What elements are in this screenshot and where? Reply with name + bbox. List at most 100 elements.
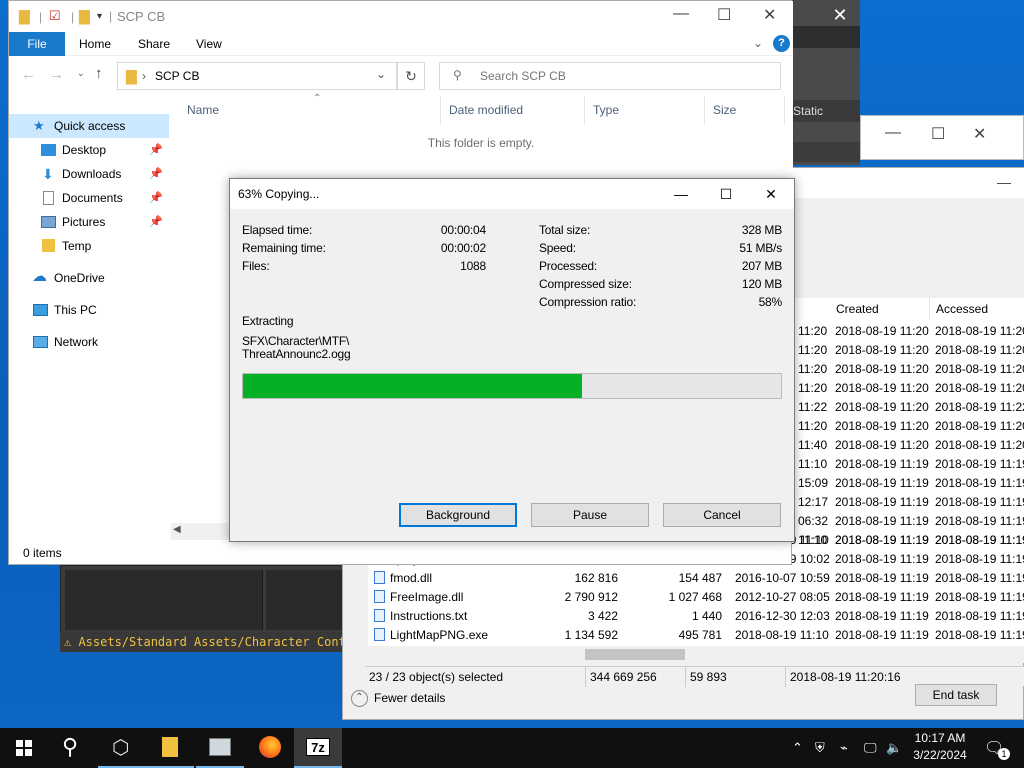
column-header-accessed[interactable]: Accessed (930, 298, 1024, 320)
end-task-button[interactable]: End task (915, 684, 997, 706)
column-header-date-modified[interactable]: Date modified (441, 96, 585, 124)
created-cell: 2018-08-19 11:19 (835, 476, 929, 490)
network-status-icon[interactable]: 🖵 (864, 740, 877, 756)
fewer-details-button[interactable]: ⌃ Fewer details (351, 688, 551, 708)
taskbar-7zip[interactable]: 7z (294, 728, 342, 768)
minimize-icon[interactable]: — (885, 124, 901, 142)
refresh-icon[interactable]: ↻ (397, 62, 425, 90)
up-arrow-icon[interactable]: ↑ (95, 65, 103, 82)
maximize-icon[interactable]: ☐ (703, 179, 749, 209)
minimize-icon[interactable]: — (997, 174, 1011, 190)
security-shield-icon[interactable]: ⛨ (815, 740, 825, 756)
sidebar-item-onedrive[interactable]: ☁ OneDrive (9, 266, 169, 290)
fewer-details-label: Fewer details (374, 691, 446, 705)
folder-icon (42, 239, 55, 252)
taskbar-clock[interactable]: 10:17 AM 3/22/2024 (900, 730, 980, 764)
unity-static-dropdown[interactable]: Static (790, 100, 860, 122)
file-name-cell: FreeImage.dll (374, 588, 463, 607)
tab-file[interactable]: File (9, 32, 65, 56)
created-cell: 2018-08-19 11:20 (835, 324, 929, 338)
pin-icon[interactable]: 📌 (149, 210, 163, 234)
pause-button[interactable]: Pause (531, 503, 649, 527)
sidebar-item-documents[interactable]: Documents 📌 (9, 186, 169, 210)
accessed-cell: 2018-08-19 11:19 (935, 571, 1024, 585)
maximize-icon[interactable]: ☐ (717, 5, 731, 25)
sidebar-item-pictures[interactable]: Pictures 📌 (9, 210, 169, 234)
tab-home[interactable]: Home (79, 32, 111, 56)
unity-icon: ⬡ (112, 737, 130, 759)
accessed-cell: 2018-08-19 11:20 (935, 381, 1024, 395)
scroll-left-icon[interactable]: ◀ (173, 524, 181, 535)
column-header-created[interactable]: Created (830, 298, 930, 320)
sidebar-item-quick-access[interactable]: ★ Quick access (9, 114, 169, 138)
tab-share[interactable]: Share (138, 32, 170, 56)
taskbar-firefox[interactable] (246, 728, 294, 768)
properties-icon[interactable]: ☑ (49, 8, 61, 24)
column-header-type[interactable]: Type (585, 96, 705, 124)
start-button[interactable] (0, 728, 48, 768)
recent-locations-icon[interactable]: ⌄ (77, 68, 85, 79)
sidebar-item-label: OneDrive (54, 271, 105, 285)
close-icon[interactable]: ✕ (973, 124, 986, 144)
accessed-cell: 2018-08-19 11:19 (935, 514, 1024, 528)
maximize-icon[interactable]: ☐ (931, 124, 945, 144)
taskbar-file-explorer[interactable] (146, 728, 194, 768)
packed-size-cell: 1 440 (691, 609, 722, 623)
created-cell: 2018-08-19 11:20 (835, 381, 929, 395)
packed-size-cell: 154 487 (678, 571, 722, 585)
table-row[interactable]: LightMapPNG.exe 1 134 592 495 781 2018-08-1… (368, 626, 1024, 645)
pin-icon[interactable]: 📌 (149, 186, 163, 210)
taskbar-task-manager[interactable] (196, 728, 244, 768)
unity-console-warning[interactable]: ⚠ Assets/Standard Assets/Character Contr… (60, 632, 370, 652)
quick-access-dropdown-icon[interactable]: ▾ (97, 11, 102, 22)
created-cell: 2018-08-19 11:20 (835, 362, 929, 376)
new-folder-icon[interactable]: ▇ (79, 8, 90, 25)
column-header-size[interactable]: Size (705, 96, 785, 124)
cancel-button[interactable]: Cancel (663, 503, 781, 527)
size-cell: 2 790 912 (564, 590, 618, 604)
star-icon: ★ (33, 118, 45, 133)
show-hidden-icons-icon[interactable]: ⌃ (792, 740, 803, 756)
background-button[interactable]: Background (399, 503, 517, 527)
address-bar[interactable]: ▇ › SCP CB ⌄ (117, 62, 397, 90)
table-row[interactable]: FreeImage.dll 2 790 912 1 027 468 2012-10-2… (368, 588, 1024, 607)
ribbon-expand-icon[interactable]: ⌄ (753, 36, 763, 50)
windows-logo-icon (16, 749, 23, 756)
scrollbar-thumb[interactable] (585, 649, 685, 660)
taskbar-unity[interactable]: ⬡ (98, 728, 146, 768)
pin-icon[interactable]: 📌 (149, 162, 163, 186)
chevron-up-icon: ⌃ (351, 690, 368, 708)
pin-icon[interactable]: 📌 (149, 138, 163, 162)
modified-time-cell: 15:09 (798, 476, 829, 490)
help-icon[interactable]: ? (773, 35, 790, 52)
modified-cell: 2016-10-07 10:59 (735, 571, 830, 585)
total-size-label: Total size: (539, 223, 591, 237)
minimize-icon[interactable]: — (658, 179, 704, 209)
sidebar-item-temp[interactable]: Temp (9, 234, 169, 258)
table-row[interactable]: Instructions.txt 3 422 1 440 2016-12-30 12:… (368, 607, 1024, 626)
search-button[interactable]: ⚲ (48, 728, 96, 768)
sidebar-item-network[interactable]: Network (9, 330, 169, 354)
table-row[interactable]: fmod.dll 162 816 154 487 2016-10-07 10:59 20… (368, 569, 1024, 588)
created-cell: 2018-08-19 11:19 (835, 590, 929, 604)
sidebar-item-desktop[interactable]: Desktop 📌 (9, 138, 169, 162)
close-icon[interactable]: ✕ (763, 5, 776, 25)
unity-close-icon[interactable]: ✕ (820, 0, 860, 30)
sidebar-item-label: Pictures (62, 215, 106, 229)
sidebar-item-this-pc[interactable]: This PC (9, 298, 169, 322)
forward-arrow-icon[interactable]: → (49, 66, 64, 83)
file-name-cell: fmod.dll (374, 569, 432, 588)
accessed-cell: 2018-08-19 11:20 (935, 362, 1024, 376)
minimize-icon[interactable]: — (673, 5, 689, 23)
address-dropdown-icon[interactable]: ⌄ (376, 67, 386, 81)
notification-count-badge: 1 (998, 748, 1010, 760)
column-header-name[interactable]: Name (179, 96, 441, 124)
power-plug-icon[interactable]: ⌁ (840, 740, 848, 756)
back-arrow-icon[interactable]: ← (21, 66, 36, 83)
close-icon[interactable]: ✕ (748, 179, 794, 209)
tab-view[interactable]: View (196, 32, 222, 56)
search-input[interactable]: Search SCP CB (439, 62, 781, 90)
horizontal-scrollbar[interactable] (365, 646, 1024, 663)
file-icon (374, 609, 385, 622)
sidebar-item-downloads[interactable]: ⬇ Downloads 📌 (9, 162, 169, 186)
